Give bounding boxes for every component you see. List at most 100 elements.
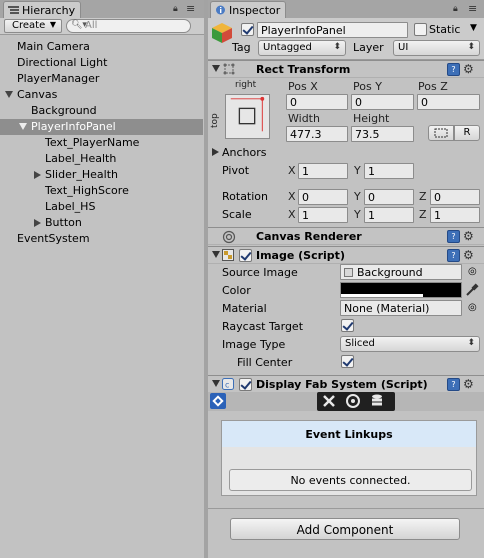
lock-icon[interactable]: 🔒︎ [173,4,178,14]
help-book-icon[interactable]: ? [447,378,460,391]
source-image-field[interactable]: Background [340,264,462,280]
height-label: Height [353,112,390,125]
pos-y-field[interactable]: 0 [351,94,414,110]
gear-icon[interactable]: ⚙ [463,248,474,262]
gear-icon[interactable]: ⚙ [463,377,474,391]
collapse-arrow-icon[interactable] [34,171,41,179]
hierarchy-item-slider-health[interactable]: Slider_Health [0,167,203,183]
pivot-x-field[interactable]: 1 [298,163,348,179]
material-field[interactable]: None (Material) [340,300,462,316]
blueprint-mode-button[interactable] [428,125,454,141]
rotation-z-field[interactable]: 0 [430,189,480,205]
pivot-y-field[interactable]: 1 [364,163,414,179]
scale-z-field[interactable]: 1 [430,207,480,223]
scale-z-axis-label: Z [419,208,427,221]
raw-edit-label: R [463,127,471,138]
pos-x-field[interactable]: 0 [286,94,348,110]
fab-toolbar [208,392,484,411]
hierarchy-item-playermanager[interactable]: PlayerManager [0,71,203,87]
inspector-lock-icon[interactable]: 🔒︎ [453,4,458,14]
raw-edit-button[interactable]: R [454,125,480,141]
image-type-dropdown[interactable]: Sliced [340,336,480,352]
anchor-presets-button[interactable] [225,94,270,139]
color-field[interactable] [340,282,462,298]
scale-y-value: 1 [368,209,375,222]
search-field[interactable]: 🔍︎▾ All [66,19,191,33]
create-dropdown[interactable]: Create ▼ [4,19,62,33]
fill-center-checkbox[interactable] [341,355,354,368]
help-book-icon[interactable]: ? [447,63,460,76]
collapse-arrow-icon[interactable] [34,219,41,227]
hierarchy-item-main-camera[interactable]: Main Camera [0,39,203,55]
add-component-label: Add Component [296,523,394,537]
layer-label: Layer [353,41,384,54]
tools-icon[interactable] [321,393,337,409]
hierarchy-tab[interactable]: Hierarchy [3,1,81,18]
display-fab-header[interactable]: c Display Fab System (Script) ? ⚙ [208,375,484,393]
fold-open-icon[interactable] [212,380,220,387]
fold-open-icon[interactable] [212,65,220,72]
width-field[interactable]: 477.3 [286,126,348,142]
target-icon[interactable] [345,393,361,409]
canvas-renderer-header[interactable]: Canvas Renderer ? ⚙ [208,227,484,245]
scale-y-field[interactable]: 1 [364,207,414,223]
static-dropdown-arrow-icon[interactable]: ▼ [470,23,477,33]
rect-transform-header[interactable]: Rect Transform ? ⚙ [208,60,484,78]
help-book-icon[interactable]: ? [447,249,460,262]
rotation-label: Rotation [222,190,269,203]
hierarchy-item-background[interactable]: Background [0,103,203,119]
object-name-field[interactable]: PlayerInfoPanel [257,22,408,38]
object-picker-icon[interactable]: ◎ [468,302,477,313]
inspector-menu-icon[interactable]: ≡ [468,2,477,15]
gear-icon[interactable]: ⚙ [463,229,474,243]
layer-dropdown[interactable]: UI [393,40,480,56]
active-checkbox[interactable] [241,23,254,36]
inspector-tab[interactable]: Inspector [210,1,286,18]
hierarchy-item-label: Text_PlayerName [45,136,140,149]
hierarchy-item-playerinfopanel[interactable]: PlayerInfoPanel [0,119,203,135]
expand-arrow-icon[interactable] [19,123,27,130]
pos-z-field[interactable]: 0 [417,94,480,110]
raycast-target-checkbox[interactable] [341,319,354,332]
anchors-fold-icon[interactable] [212,148,219,156]
height-field[interactable]: 73.5 [351,126,414,142]
pos-y-label: Pos Y [353,80,382,93]
hierarchy-item-text-highscore[interactable]: Text_HighScore [0,183,203,199]
eyedropper-icon[interactable] [465,283,479,297]
source-image-value: Background [357,266,423,279]
fold-open-icon[interactable] [212,251,220,258]
help-book-icon[interactable]: ? [447,230,460,243]
hierarchy-item-button[interactable]: Button [0,215,203,231]
hierarchy-item-text-playername[interactable]: Text_PlayerName [0,135,203,151]
database-icon[interactable] [369,393,385,409]
rotation-y-field[interactable]: 0 [364,189,414,205]
image-component-icon [222,249,234,261]
fab-logo-icon[interactable] [210,393,226,409]
scale-x-field[interactable]: 1 [298,207,348,223]
image-component-header[interactable]: Image (Script) ? ⚙ [208,246,484,264]
rect-transform-icon [223,63,235,75]
hierarchy-item-canvas[interactable]: Canvas [0,87,203,103]
object-picker-icon[interactable]: ◎ [468,266,477,277]
rotation-x-field[interactable]: 0 [298,189,348,205]
gear-icon[interactable]: ⚙ [463,62,474,76]
hierarchy-item-eventsystem[interactable]: EventSystem [0,231,203,247]
hierarchy-item-label-health[interactable]: Label_Health [0,151,203,167]
inspector-tab-label: Inspector [229,4,281,17]
hierarchy-item-directional-light[interactable]: Directional Light [0,55,203,71]
display-fab-enabled-checkbox[interactable] [239,378,252,391]
expand-arrow-icon[interactable] [5,91,13,98]
image-enabled-checkbox[interactable] [239,249,252,262]
hierarchy-item-label: Main Camera [17,40,90,53]
search-placeholder: All [85,20,98,31]
raycast-target-label: Raycast Target [222,320,304,333]
tag-dropdown[interactable]: Untagged [258,40,346,56]
add-component-button[interactable]: Add Component [230,518,460,540]
static-checkbox[interactable] [414,23,427,36]
panel-menu-icon[interactable]: ≡ [186,2,195,15]
source-image-label: Source Image [222,266,298,279]
hierarchy-item-label-hs[interactable]: Label_HS [0,199,203,215]
rotation-z-axis-label: Z [419,190,427,203]
material-label: Material [222,302,267,315]
pos-z-value: 0 [421,96,428,109]
